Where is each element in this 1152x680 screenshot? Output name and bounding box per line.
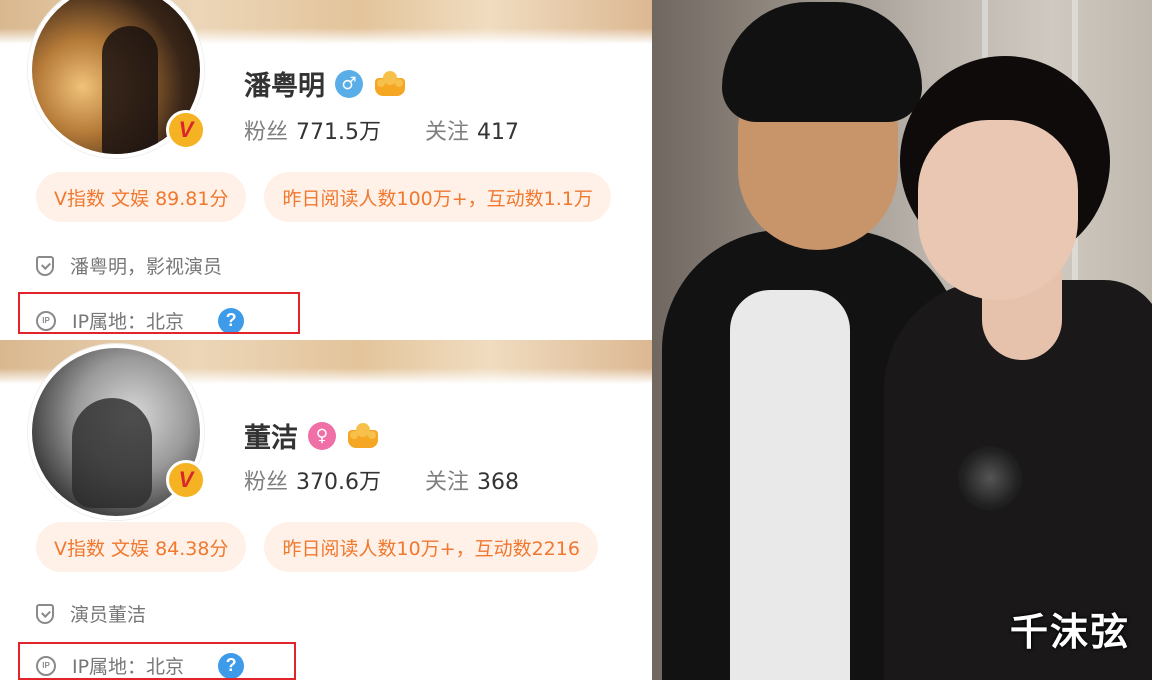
follow-count[interactable]: 368 [477,470,519,495]
male-gender-icon: ♂ [335,69,363,98]
profile-card-pan-yueming: V 潘粤明 ♂ 粉丝 771.5万 关注 417 V指数 文娱 89.81分 昨… [0,0,652,340]
stats-row: 粉丝 771.5万 关注 417 [244,114,519,146]
reads-pill[interactable]: 昨日阅读人数100万+，互动数1.1万 [264,172,611,222]
reads-pill[interactable]: 昨日阅读人数10万+，互动数2216 [264,522,598,572]
man-hair [722,2,922,122]
ip-highlight-box [18,642,296,680]
stat-pills: V指数 文娱 89.81分 昨日阅读人数100万+，互动数1.1万 [36,172,611,222]
stats-row: 粉丝 370.6万 关注 368 [244,464,519,496]
v-index-pill[interactable]: V指数 文娱 89.81分 [36,172,247,222]
shield-icon [36,603,54,624]
name-row: 潘粤明 ♂ [244,64,407,103]
man-shirt [730,290,850,680]
follow-label: 关注 [425,120,470,145]
stat-pills: V指数 文娱 84.38分 昨日阅读人数10万+，互动数2216 [36,522,598,572]
description-text: 演员董洁 [70,604,147,626]
avatar-figure [102,26,158,154]
profile-name[interactable]: 潘粤明 [244,64,325,103]
verified-badge-icon: V [166,110,206,150]
profile-comparison: V 潘粤明 ♂ 粉丝 771.5万 关注 417 V指数 文娱 89.81分 昨… [0,0,652,680]
fans-label: 粉丝 [244,120,289,145]
fans-count[interactable]: 370.6万 [296,464,381,496]
profile-description: 潘粤明，影视演员 [36,252,222,279]
dress-flower [958,446,1022,510]
description-text: 潘粤明，影视演员 [70,256,223,278]
shield-icon [36,255,54,276]
profile-name[interactable]: 董洁 [244,416,298,455]
woman-face [918,120,1078,300]
name-row: 董洁 ♀ [244,416,380,455]
fans-label: 粉丝 [244,470,289,495]
ip-highlight-box [18,292,300,334]
watermark: 千沫弦 [1009,610,1130,654]
crown-icon[interactable] [373,70,407,98]
follow-label: 关注 [425,470,470,495]
profile-description: 演员董洁 [36,600,146,627]
avatar-figure [72,398,152,508]
fans-count[interactable]: 771.5万 [296,114,381,146]
couple-photo: 千沫弦 [652,0,1152,680]
v-index-pill[interactable]: V指数 文娱 84.38分 [36,522,247,572]
follow-count[interactable]: 417 [477,120,519,145]
verified-badge-icon: V [166,460,206,500]
female-gender-icon: ♀ [308,421,336,450]
crown-icon[interactable] [346,422,380,450]
profile-card-dong-jie: V 董洁 ♀ 粉丝 370.6万 关注 368 V指数 文娱 84.38分 昨日… [0,340,652,680]
